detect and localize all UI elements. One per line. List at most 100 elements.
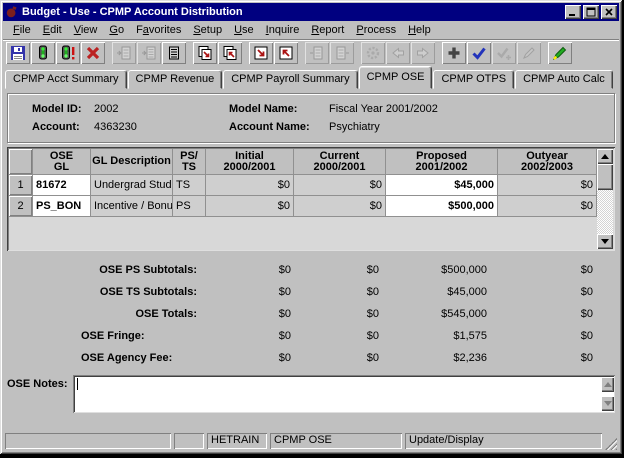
copy-back-button[interactable] — [218, 42, 242, 64]
plus-button[interactable] — [442, 42, 466, 64]
close-button[interactable] — [601, 5, 617, 19]
scrollbar-track[interactable] — [597, 190, 613, 234]
grid-vertical-scrollbar[interactable] — [597, 149, 613, 249]
column-header-ose-gl[interactable]: OSE GL — [33, 149, 91, 175]
cell-gl-description: Incentive / Bonus — [91, 196, 173, 217]
tab[interactable]: CPMP Auto Calc — [515, 70, 613, 89]
gear-button[interactable] — [361, 42, 385, 64]
menu-item[interactable]: Favorites — [130, 22, 187, 38]
save-button[interactable] — [6, 42, 30, 64]
account-value: 4363230 — [94, 121, 137, 133]
scroll-up-button[interactable] — [597, 149, 613, 164]
menu-item[interactable]: Report — [305, 22, 350, 38]
menu-item[interactable]: File — [7, 22, 37, 38]
toolbar — [3, 39, 619, 66]
column-header-current[interactable]: Current 2000/2001 — [294, 149, 386, 175]
app-icon — [5, 5, 19, 19]
resize-grip-icon[interactable] — [605, 438, 617, 450]
cell-initial: $0 — [206, 196, 294, 217]
subtotal-current: $0 — [366, 286, 379, 298]
export-back-button[interactable] — [274, 42, 298, 64]
window-title: Budget - Use - CPMP Account Distribution — [22, 6, 243, 18]
row-header[interactable]: 2 — [9, 196, 33, 217]
check-plus-button[interactable] — [492, 42, 516, 64]
menu-item[interactable]: Help — [402, 22, 437, 38]
cell-outyear: $0 — [498, 175, 597, 196]
ose-notes-input[interactable] — [73, 375, 599, 413]
check-button[interactable] — [467, 42, 491, 64]
scroll-down-button[interactable] — [597, 234, 613, 249]
pencil-button[interactable] — [517, 42, 541, 64]
list-back-button[interactable] — [330, 42, 354, 64]
minimize-button[interactable] — [565, 5, 581, 19]
traffic-light-button[interactable] — [31, 42, 55, 64]
model-name-label: Model Name: — [229, 103, 298, 115]
subtotal-initial: $0 — [278, 308, 291, 320]
status-mode-panel: Update/Display — [405, 433, 602, 449]
triangle-up-icon — [601, 154, 609, 159]
arrow-right-button[interactable] — [411, 42, 435, 64]
insert-row-button[interactable] — [112, 42, 136, 64]
traffic-light-alert-button[interactable] — [56, 42, 80, 64]
status-screen-panel: CPMP OSE — [270, 433, 402, 449]
subtotal-proposed: $2,236 — [453, 352, 487, 364]
copy-forward-button[interactable] — [193, 42, 217, 64]
tab[interactable]: CPMP OTPS — [433, 70, 515, 89]
subtotal-current: $0 — [366, 264, 379, 276]
column-header-initial[interactable]: Initial 2000/2001 — [206, 149, 294, 175]
menu-bar: File Edit View Go Favorites Setup Use In… — [3, 21, 619, 39]
menu-item[interactable]: Setup — [187, 22, 228, 38]
subtotal-outyear: $0 — [580, 264, 593, 276]
export-forward-button[interactable] — [249, 42, 273, 64]
menu-item[interactable]: View — [68, 22, 104, 38]
menu-item[interactable]: Process — [350, 22, 402, 38]
column-header-outyear[interactable]: Outyear 2002/2003 — [498, 149, 597, 175]
ose-notes-box — [73, 375, 615, 413]
tab[interactable]: CPMP Payroll Summary — [223, 70, 358, 89]
notes-scroll-down-button[interactable] — [601, 396, 614, 411]
cell-ose-gl[interactable]: PS_BON — [33, 196, 91, 217]
scrollbar-thumb[interactable] — [597, 164, 613, 190]
list-forward-button[interactable] — [305, 42, 329, 64]
tab[interactable]: CPMP OSE — [358, 66, 433, 89]
insert-rows-button[interactable] — [137, 42, 161, 64]
cell-proposed[interactable]: $45,000 — [386, 175, 498, 196]
cell-current: $0 — [294, 175, 386, 196]
status-message-panel — [5, 433, 171, 449]
model-name-value: Fiscal Year 2001/2002 — [329, 103, 438, 115]
subtotal-row: OSE PS Subtotals: $0 $0 $500,000 $0 — [3, 259, 619, 281]
menu-item[interactable]: Edit — [37, 22, 68, 38]
cell-ps-ts: PS — [173, 196, 206, 217]
row-header[interactable]: 1 — [9, 175, 33, 196]
tab[interactable]: CPMP Acct Summary — [5, 70, 127, 89]
triangle-up-icon — [603, 382, 612, 387]
ose-grid: OSE GL GL Description PS/ TS Initial 200… — [7, 147, 615, 251]
delete-x-button[interactable] — [81, 42, 105, 64]
table-row: 1 81672 Undergrad Stude TS $0 $0 $45,000… — [9, 175, 597, 196]
status-small-panel — [174, 433, 204, 449]
cell-ose-gl[interactable]: 81672 — [33, 175, 91, 196]
subtotal-outyear: $0 — [580, 352, 593, 364]
subtotal-proposed: $500,000 — [441, 264, 487, 276]
menu-item[interactable]: Go — [103, 22, 130, 38]
subtotal-label: OSE Agency Fee: — [81, 352, 173, 364]
menu-item[interactable]: Inquire — [260, 22, 306, 38]
account-name-label: Account Name: — [229, 121, 310, 133]
grid-sheet-button[interactable] — [162, 42, 186, 64]
column-header-proposed[interactable]: Proposed 2001/2002 — [386, 149, 498, 175]
triangle-down-icon — [601, 239, 609, 244]
column-header-gl-description[interactable]: GL Description — [91, 149, 173, 175]
notes-scrollbar[interactable] — [599, 375, 615, 413]
menu-item[interactable]: Use — [228, 22, 260, 38]
marker-button[interactable] — [548, 42, 572, 64]
arrow-left-button[interactable] — [386, 42, 410, 64]
maximize-button[interactable] — [583, 5, 599, 19]
subtotal-proposed: $545,000 — [441, 308, 487, 320]
model-info-panel: Model ID: 2002 Model Name: Fiscal Year 2… — [7, 93, 615, 143]
tab[interactable]: CPMP Revenue — [127, 70, 223, 89]
app-window: Budget - Use - CPMP Account Distribution… — [0, 0, 622, 454]
cell-proposed[interactable]: $500,000 — [386, 196, 498, 217]
model-id-label: Model ID: — [32, 103, 82, 115]
column-header-ps-ts[interactable]: PS/ TS — [173, 149, 206, 175]
notes-scroll-up-button[interactable] — [601, 377, 614, 392]
